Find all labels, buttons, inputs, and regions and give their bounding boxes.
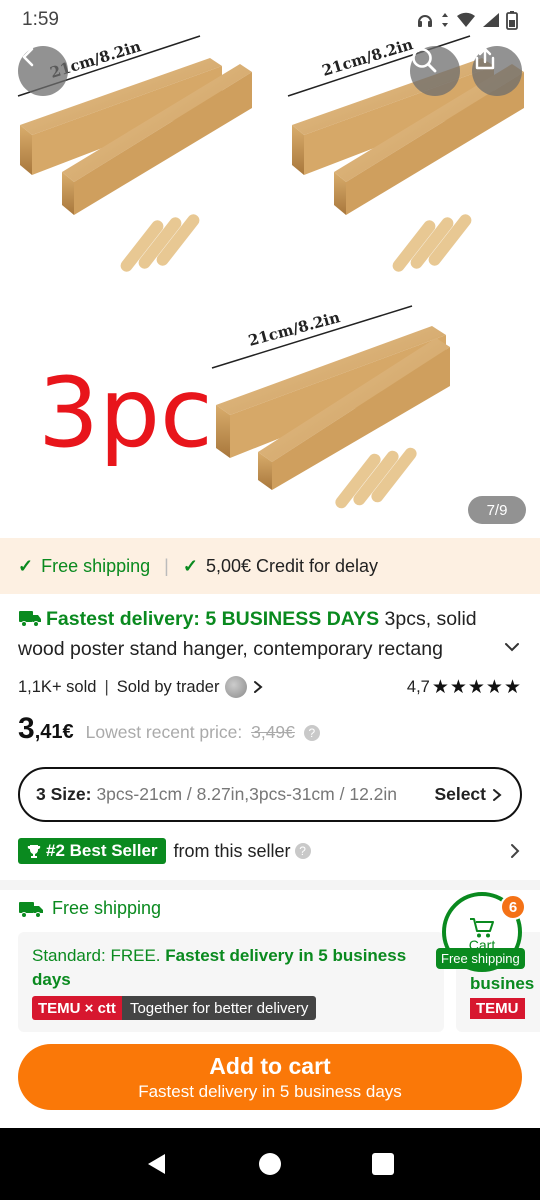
chevron-right-icon xyxy=(493,788,502,801)
rating[interactable]: 4,7 ★★★★★ xyxy=(407,676,522,699)
from-seller-text: from this seller xyxy=(173,840,291,861)
lowest-price-label: Lowest recent price: xyxy=(85,722,243,742)
free-shipping-heading: Free shipping xyxy=(18,898,161,919)
old-price: 3,49€ xyxy=(251,722,295,742)
chevron-down-icon[interactable] xyxy=(502,640,522,654)
delivery-truck-icon xyxy=(19,901,43,918)
check-icon: ✓ xyxy=(18,555,34,576)
shipping-benefits-strip[interactable]: ✓ Free shipping | ✓ 5,00€ Credit for del… xyxy=(0,538,540,594)
check-icon: ✓ xyxy=(182,555,198,576)
price-row: 3 ,41€ Lowest recent price: 3,49€ ? xyxy=(18,712,320,746)
card2-text: busines xyxy=(470,974,535,993)
status-bar: 1:59 xyxy=(0,0,540,40)
best-seller-text: #2 Best Seller xyxy=(46,841,158,860)
cart-free-shipping-badge: Free shipping xyxy=(436,948,525,969)
battery-icon xyxy=(506,11,518,30)
temu-ctt-logo: TEMU × ctt xyxy=(32,996,122,1020)
system-nav-bar xyxy=(0,1128,540,1200)
product-image-gallery[interactable]: 21cm/8.2in 21cm/8.2in 21cm/8.2in 3pc 7/9 xyxy=(0,0,540,538)
sold-by-link[interactable]: Sold by trader xyxy=(117,678,220,697)
best-seller-row[interactable]: #2 Best Seller from this seller ? xyxy=(18,836,522,866)
search-button[interactable] xyxy=(410,46,460,96)
chevron-right-icon[interactable] xyxy=(251,679,265,695)
delivery-truck-icon xyxy=(19,611,41,627)
rating-value: 4,7 xyxy=(406,677,430,696)
help-icon[interactable]: ? xyxy=(303,725,320,741)
temu-ctt-tag: TEMU × ctt Together for better delivery xyxy=(32,996,317,1020)
image-page-counter: 7/9 xyxy=(468,496,526,524)
together-label: Together for better delivery xyxy=(121,996,317,1020)
search-icon xyxy=(412,48,437,73)
standard-shipping-text: Standard: FREE. Fastest delivery in 5 bu… xyxy=(32,944,430,992)
trophy-icon xyxy=(27,845,41,858)
product-photo: 21cm/8.2in 21cm/8.2in 21cm/8.2in 3pc xyxy=(17,35,524,509)
share-button[interactable] xyxy=(472,46,522,96)
add-to-cart-label: Add to cart xyxy=(209,1052,331,1079)
product-meta-row: 1,1K+ sold | Sold by trader 4,7 ★★★★★ xyxy=(18,674,522,700)
data-arrows-icon xyxy=(442,13,448,27)
standard-shipping-card[interactable]: Standard: FREE. Fastest delivery in 5 bu… xyxy=(18,932,444,1032)
size-selector[interactable]: 3 Size: 3pcs-21cm / 8.27in,3pcs-31cm / 1… xyxy=(18,767,522,822)
share-icon xyxy=(475,47,495,70)
help-icon[interactable]: ? xyxy=(294,843,311,859)
add-to-cart-sub: Fastest delivery in 5 business days xyxy=(138,1081,402,1101)
price-whole: 3 xyxy=(18,712,35,745)
signal-icon xyxy=(483,13,499,27)
standard-prefix: Standard: FREE. xyxy=(32,946,166,965)
chevron-left-icon xyxy=(22,47,34,67)
wifi-icon xyxy=(457,12,475,27)
home-nav-icon[interactable] xyxy=(258,1152,282,1176)
price-fraction: ,41€ xyxy=(34,721,74,743)
size-value: 3pcs-21cm / 8.27in,3pcs-31cm / 12.2in xyxy=(96,784,398,804)
credit-delay-label: 5,00€ Credit for delay xyxy=(205,555,379,576)
divider: | xyxy=(164,555,169,576)
cart-count-badge: 6 xyxy=(500,894,526,920)
section-divider xyxy=(0,880,540,890)
sold-count: 1,1K+ sold xyxy=(18,677,97,696)
add-to-cart-button[interactable]: Add to cart Fastest delivery in 5 busine… xyxy=(18,1044,522,1110)
divider: | xyxy=(104,677,109,696)
product-title[interactable]: Fastest delivery: 5 BUSINESS DAYS 3pcs, … xyxy=(18,604,522,664)
best-seller-badge: #2 Best Seller xyxy=(18,838,166,864)
fastest-delivery-label: Fastest delivery: 5 BUSINESS DAYS xyxy=(46,608,380,630)
card2-tag: TEMU xyxy=(470,998,525,1019)
star-rating-icon: ★★★★★ xyxy=(431,676,522,698)
free-shipping-heading-text: Free shipping xyxy=(52,898,162,918)
dimension-label-2: 21cm/8.2in xyxy=(320,35,415,80)
chevron-right-icon xyxy=(511,844,520,858)
recents-nav-icon[interactable] xyxy=(371,1152,395,1176)
headset-icon xyxy=(418,15,432,27)
back-nav-icon[interactable] xyxy=(145,1152,169,1176)
lowest-price-note: Lowest recent price: 3,49€ ? xyxy=(86,722,320,743)
free-shipping-label: Free shipping xyxy=(41,555,151,576)
seller-avatar[interactable] xyxy=(225,676,248,698)
qty-text: 3pc xyxy=(38,357,213,469)
size-label: 3 Size: xyxy=(36,784,92,804)
status-time: 1:59 xyxy=(22,9,59,30)
back-button[interactable] xyxy=(18,46,68,96)
cart-icon xyxy=(470,918,494,938)
dimension-label-3: 21cm/8.2in xyxy=(246,308,342,350)
select-button[interactable]: Select xyxy=(434,784,486,805)
